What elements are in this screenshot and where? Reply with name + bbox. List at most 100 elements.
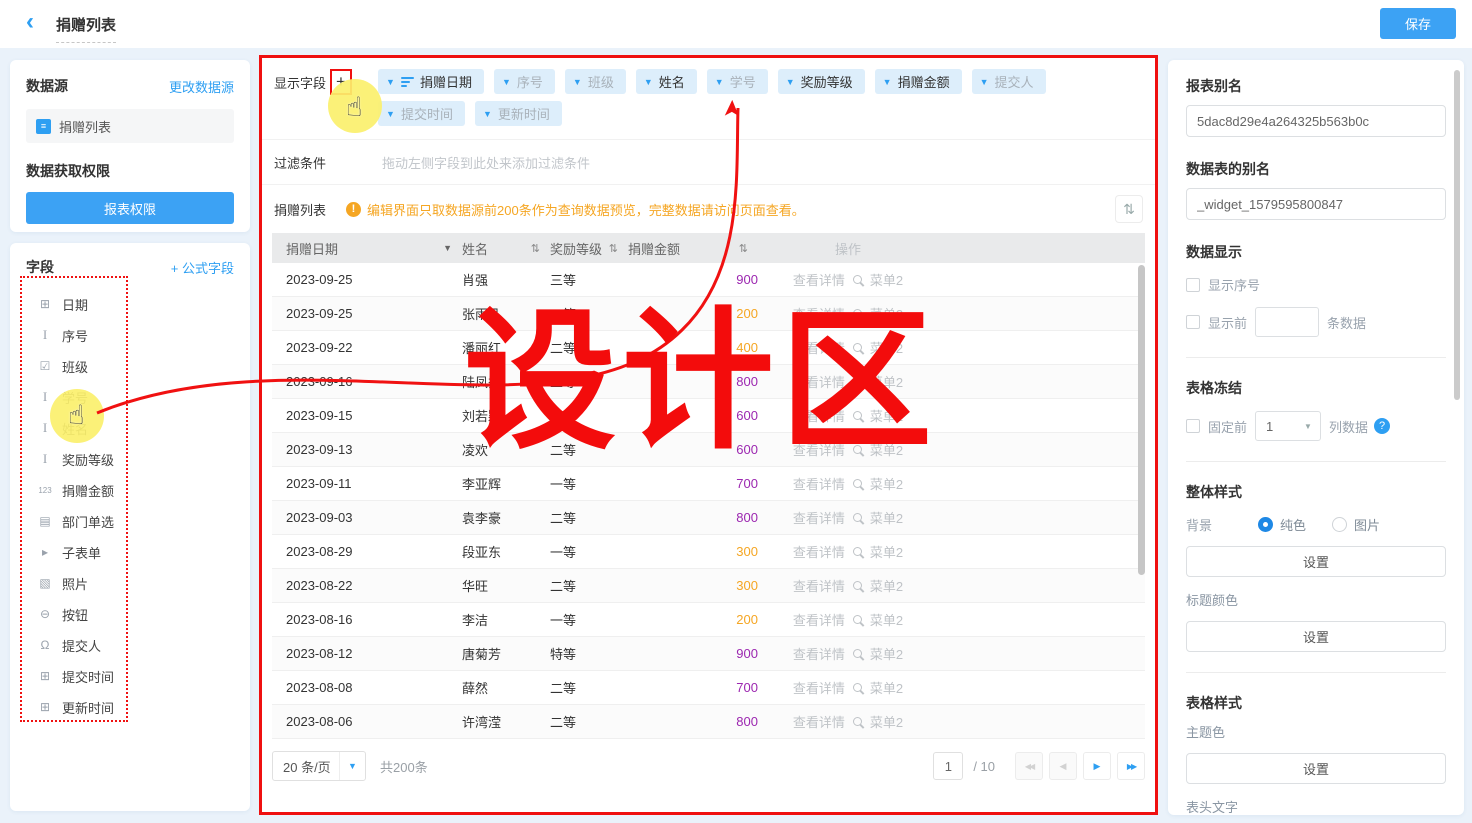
table-scrollbar[interactable] bbox=[1138, 265, 1145, 575]
filter-dropzone[interactable]: 拖动左侧字段到此处来添加过滤条件 bbox=[382, 153, 590, 172]
field-item-button[interactable]: ⊖按钮 bbox=[26, 599, 234, 629]
menu2-link[interactable]: 菜单2 bbox=[870, 406, 903, 425]
formula-field-link[interactable]: + 公式字段 bbox=[171, 258, 234, 277]
save-button[interactable]: 保存 bbox=[1380, 8, 1456, 39]
view-detail-link[interactable]: 查看详情 bbox=[793, 542, 845, 561]
menu2-link[interactable]: 菜单2 bbox=[870, 610, 903, 629]
change-datasource-link[interactable]: 更改数据源 bbox=[169, 77, 234, 96]
chevron-down-icon[interactable]: ▼ bbox=[980, 77, 989, 87]
chevron-down-icon[interactable]: ▼ bbox=[483, 109, 492, 119]
chevron-down-icon[interactable]: ▼ bbox=[573, 77, 582, 87]
menu2-link[interactable]: 菜单2 bbox=[870, 270, 903, 289]
search-icon[interactable] bbox=[853, 343, 862, 352]
view-detail-link[interactable]: 查看详情 bbox=[793, 508, 845, 527]
search-icon[interactable] bbox=[853, 309, 862, 318]
freeze-count-select[interactable]: 1 ▼ bbox=[1255, 411, 1321, 441]
chevron-down-icon[interactable]: ▼ bbox=[786, 77, 795, 87]
page-number-input[interactable] bbox=[933, 752, 963, 780]
first-page-button[interactable]: ◀◀ bbox=[1015, 752, 1043, 780]
menu2-link[interactable]: 菜单2 bbox=[870, 338, 903, 357]
sort-order-button[interactable]: ⇅ bbox=[1115, 195, 1143, 223]
question-icon[interactable]: ? bbox=[1374, 418, 1390, 434]
field-item-reward-level[interactable]: I奖励等级 bbox=[26, 444, 234, 474]
col-header-amount[interactable]: 捐赠金额 ⇅ bbox=[628, 239, 774, 258]
title-color-set-button[interactable]: 设置 bbox=[1186, 621, 1446, 652]
field-item-submit-time[interactable]: ⊞提交时间 bbox=[26, 661, 234, 691]
menu2-link[interactable]: 菜单2 bbox=[870, 304, 903, 323]
table-alias-input[interactable] bbox=[1186, 188, 1446, 220]
search-icon[interactable] bbox=[853, 513, 862, 522]
view-detail-link[interactable]: 查看详情 bbox=[793, 304, 845, 323]
chip-reward-level[interactable]: ▼奖励等级 bbox=[778, 69, 865, 94]
chip-serial[interactable]: ▼序号 bbox=[494, 69, 555, 94]
field-item-date[interactable]: ⊞日期 bbox=[26, 289, 234, 319]
chip-submit-time[interactable]: ▼提交时间 bbox=[378, 101, 465, 126]
chevron-down-icon[interactable]: ▼ bbox=[502, 77, 511, 87]
field-item-dept-select[interactable]: ▤部门单选 bbox=[26, 506, 234, 536]
last-page-button[interactable]: ▶▶ bbox=[1117, 752, 1145, 780]
chevron-down-icon[interactable]: ▼ bbox=[644, 77, 653, 87]
menu2-link[interactable]: 菜单2 bbox=[870, 372, 903, 391]
search-icon[interactable] bbox=[853, 479, 862, 488]
view-detail-link[interactable]: 查看详情 bbox=[793, 406, 845, 425]
field-item-update-time[interactable]: ⊞更新时间 bbox=[26, 692, 234, 722]
col-header-name[interactable]: 姓名 ⇅ bbox=[462, 239, 550, 258]
prev-page-button[interactable]: ◀ bbox=[1049, 752, 1077, 780]
page-size-select[interactable]: 20 条/页 ▼ bbox=[272, 751, 366, 781]
search-icon[interactable] bbox=[853, 649, 862, 658]
datasource-item[interactable]: ≡ 捐赠列表 bbox=[26, 109, 234, 143]
view-detail-link[interactable]: 查看详情 bbox=[793, 474, 845, 493]
settings-scrollbar[interactable] bbox=[1454, 70, 1460, 400]
solid-color-radio[interactable] bbox=[1258, 517, 1273, 532]
image-radio[interactable] bbox=[1332, 517, 1347, 532]
back-button[interactable]: ‹ bbox=[26, 10, 34, 34]
search-icon[interactable] bbox=[853, 683, 862, 692]
menu2-link[interactable]: 菜单2 bbox=[870, 576, 903, 595]
field-item-submitter[interactable]: Ω提交人 bbox=[26, 630, 234, 660]
view-detail-link[interactable]: 查看详情 bbox=[793, 338, 845, 357]
sort-updown-icon[interactable]: ⇅ bbox=[531, 242, 540, 255]
search-icon[interactable] bbox=[853, 547, 862, 556]
chip-student-id[interactable]: ▼学号 bbox=[707, 69, 768, 94]
chevron-down-icon[interactable]: ▼ bbox=[386, 109, 395, 119]
chip-submitter[interactable]: ▼提交人 bbox=[972, 69, 1046, 94]
sort-desc-icon[interactable]: ▼ bbox=[443, 243, 452, 253]
sort-updown-icon[interactable]: ⇅ bbox=[739, 242, 748, 255]
chip-amount[interactable]: ▼捐赠金额 bbox=[875, 69, 962, 94]
chip-update-time[interactable]: ▼更新时间 bbox=[475, 101, 562, 126]
field-item-amount[interactable]: 123捐赠金额 bbox=[26, 475, 234, 505]
search-icon[interactable] bbox=[853, 615, 862, 624]
view-detail-link[interactable]: 查看详情 bbox=[793, 576, 845, 595]
chevron-down-icon[interactable]: ▼ bbox=[715, 77, 724, 87]
view-detail-link[interactable]: 查看详情 bbox=[793, 712, 845, 731]
freeze-checkbox[interactable] bbox=[1186, 419, 1200, 433]
chip-name[interactable]: ▼姓名 bbox=[636, 69, 697, 94]
search-icon[interactable] bbox=[853, 581, 862, 590]
field-item-subform[interactable]: ▸子表单 bbox=[26, 537, 234, 567]
background-set-button[interactable]: 设置 bbox=[1186, 546, 1446, 577]
view-detail-link[interactable]: 查看详情 bbox=[793, 678, 845, 697]
show-first-count-input[interactable] bbox=[1255, 307, 1319, 337]
report-alias-input[interactable] bbox=[1186, 105, 1446, 137]
view-detail-link[interactable]: 查看详情 bbox=[793, 644, 845, 663]
show-index-checkbox[interactable] bbox=[1186, 278, 1200, 292]
chevron-down-icon[interactable]: ▼ bbox=[386, 77, 395, 87]
search-icon[interactable] bbox=[853, 377, 862, 386]
field-item-class[interactable]: ☑班级 bbox=[26, 351, 234, 381]
menu2-link[interactable]: 菜单2 bbox=[870, 474, 903, 493]
view-detail-link[interactable]: 查看详情 bbox=[793, 440, 845, 459]
field-item-serial[interactable]: I序号 bbox=[26, 320, 234, 350]
view-detail-link[interactable]: 查看详情 bbox=[793, 610, 845, 629]
view-detail-link[interactable]: 查看详情 bbox=[793, 270, 845, 289]
col-header-date[interactable]: 捐赠日期 ▼ bbox=[272, 239, 462, 258]
menu2-link[interactable]: 菜单2 bbox=[870, 508, 903, 527]
menu2-link[interactable]: 菜单2 bbox=[870, 678, 903, 697]
field-item-photo[interactable]: ▧照片 bbox=[26, 568, 234, 598]
search-icon[interactable] bbox=[853, 411, 862, 420]
chip-class[interactable]: ▼班级 bbox=[565, 69, 626, 94]
search-icon[interactable] bbox=[853, 717, 862, 726]
sort-updown-icon[interactable]: ⇅ bbox=[609, 242, 618, 255]
search-icon[interactable] bbox=[853, 275, 862, 284]
theme-color-set-button[interactable]: 设置 bbox=[1186, 753, 1446, 784]
menu2-link[interactable]: 菜单2 bbox=[870, 440, 903, 459]
